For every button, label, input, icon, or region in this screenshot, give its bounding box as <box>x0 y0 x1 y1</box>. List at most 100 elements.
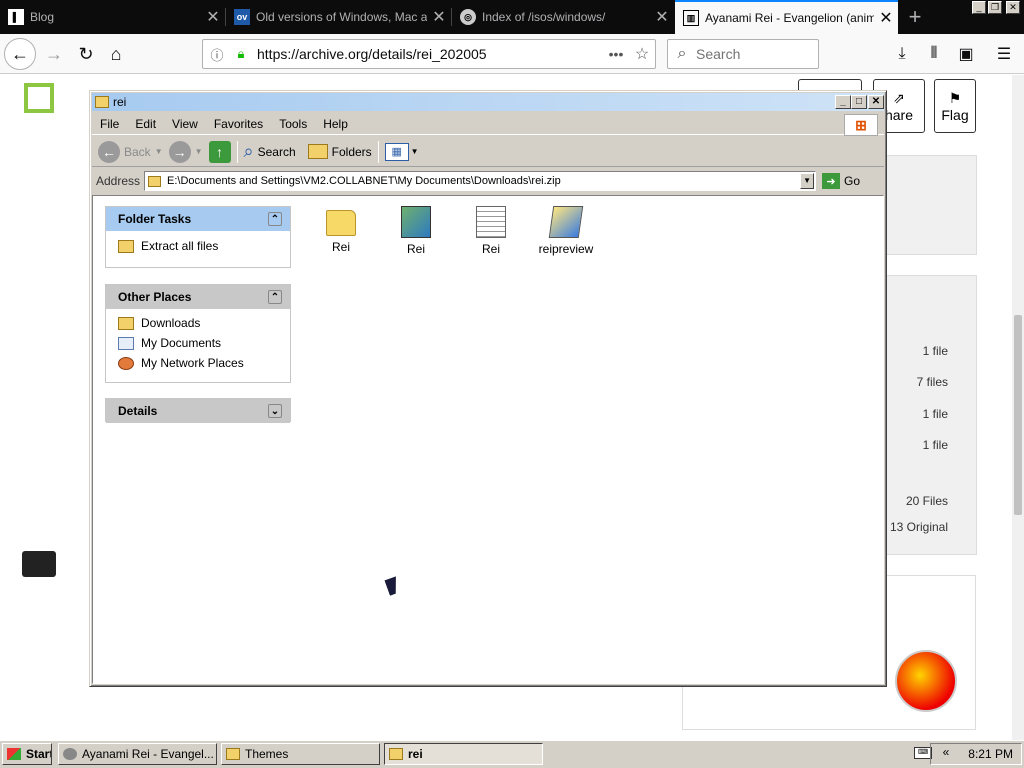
tab-ayanami-rei[interactable]: ▥ Ayanami Rei - Evangelion (anime ✕ <box>675 0 898 34</box>
flag-button[interactable]: ⚑ Flag <box>934 79 976 133</box>
views-button[interactable]: ▦ ▼ <box>384 142 419 161</box>
archive-favicon-icon: ▥ <box>683 10 699 26</box>
menu-bar: File Edit View Favorites Tools Help ⊞ <box>92 113 884 136</box>
search-button[interactable]: ⌕ Search <box>244 141 296 162</box>
scrollbar-thumb[interactable] <box>1014 315 1022 515</box>
save-floppy-icon <box>24 83 54 113</box>
download-icon[interactable]: ⤓ <box>888 40 916 68</box>
place-label: Downloads <box>141 316 201 330</box>
page-actions-icon[interactable]: ••• <box>603 46 629 62</box>
address-label: Address <box>96 174 141 188</box>
close-tab-icon[interactable]: ✕ <box>874 8 898 28</box>
page-scrollbar[interactable] <box>1012 75 1024 740</box>
clock[interactable]: 8:21 PM <box>968 747 1013 761</box>
window-minimize-icon[interactable]: _ <box>835 95 851 109</box>
home-icon[interactable]: ⌂ <box>100 38 132 70</box>
taskbar-button-browser[interactable]: Ayanami Rei - Evangel... <box>58 743 217 765</box>
dropdown-arrow-icon[interactable]: ▼ <box>155 147 163 156</box>
info-icon[interactable]: ⓘ <box>207 45 227 64</box>
menu-help[interactable]: Help <box>315 117 356 131</box>
place-my-documents[interactable]: My Documents <box>106 333 290 353</box>
tab-blog[interactable]: ▌ Blog ✕ <box>0 0 225 34</box>
expand-chevron-icon[interactable]: ⌄ <box>268 404 282 418</box>
details-header[interactable]: Details ⌄ <box>106 399 290 423</box>
explorer-title-bar[interactable]: rei _ □ ✕ <box>92 93 884 111</box>
zip-folder-icon <box>95 96 109 108</box>
close-icon[interactable]: ✕ <box>1006 1 1020 14</box>
menu-file[interactable]: File <box>92 117 127 131</box>
forward-arrow-icon[interactable]: → <box>38 38 70 70</box>
search-input[interactable]: ⌕ Search <box>667 39 819 69</box>
close-tab-icon[interactable]: ✕ <box>650 7 674 27</box>
files-panel: 1 file 7 files 1 file 1 file 20 Files 13… <box>886 275 977 555</box>
close-tab-icon[interactable]: ✕ <box>427 7 451 27</box>
other-places-pane: Other Places ⌃ Downloads My Documents My… <box>105 284 291 383</box>
menu-favorites[interactable]: Favorites <box>206 117 271 131</box>
menu-view[interactable]: View <box>164 117 206 131</box>
menu-tools[interactable]: Tools <box>271 117 315 131</box>
dropdown-arrow-icon[interactable]: ▼ <box>195 147 203 156</box>
url-text[interactable]: https://archive.org/details/rei_202005 <box>257 46 603 62</box>
bookmark-star-icon[interactable]: ☆ <box>629 44 655 64</box>
details-title: Details <box>118 404 158 418</box>
text-file-icon <box>476 206 506 238</box>
taskbar-button-rei[interactable]: rei <box>384 743 543 765</box>
address-bar: Address E:\Documents and Settings\VM2.CO… <box>92 169 884 193</box>
flag-icon: ⚑ <box>948 89 962 106</box>
menu-icon[interactable]: ☰ <box>990 40 1018 68</box>
library-icon[interactable]: ⫴ <box>920 40 948 68</box>
task-label: Extract all files <box>141 239 219 253</box>
tab-index-isos[interactable]: ◎ Index of /isos/windows/ ✕ <box>452 0 674 34</box>
file-item-folder[interactable]: Rei <box>306 206 376 254</box>
collapse-chevron-icon[interactable]: ⌃ <box>268 290 282 304</box>
close-tab-icon[interactable]: ✕ <box>201 7 225 27</box>
task-extract-all[interactable]: Extract all files <box>106 236 290 256</box>
address-input[interactable]: E:\Documents and Settings\VM2.COLLABNET\… <box>144 171 817 191</box>
up-button[interactable]: ↑ <box>208 140 231 163</box>
file-count: 1 file <box>922 344 948 358</box>
taskbar-button-themes[interactable]: Themes <box>221 743 380 765</box>
folder-icon <box>118 316 134 330</box>
back-arrow-icon[interactable]: ← <box>4 38 36 70</box>
folders-button[interactable]: Folders <box>307 144 372 159</box>
window-close-icon[interactable]: ✕ <box>868 95 884 109</box>
menu-edit[interactable]: Edit <box>127 117 164 131</box>
ov-favicon-icon: ov <box>234 9 250 25</box>
file-item-image[interactable]: Rei <box>381 206 451 256</box>
url-bar[interactable]: ⓘ 🔒︎ https://archive.org/details/rei_202… <box>202 39 656 69</box>
forward-button[interactable]: → ▼ <box>168 140 203 163</box>
windows-logo-icon: ⊞ <box>844 114 878 136</box>
back-button[interactable]: ← Back ▼ <box>98 140 163 163</box>
start-button[interactable]: Start <box>2 743 52 765</box>
reload-icon[interactable]: ↻ <box>70 38 102 70</box>
explorer-content: Folder Tasks ⌃ Extract all files Other P… <box>92 195 884 684</box>
comment-icon <box>22 551 56 577</box>
minimize-icon[interactable]: _ <box>972 1 986 14</box>
file-item-text[interactable]: Rei <box>456 206 526 256</box>
place-downloads[interactable]: Downloads <box>106 313 290 333</box>
file-item-executable[interactable]: reipreview <box>531 206 601 256</box>
tab-title: Old versions of Windows, Mac an <box>256 10 427 24</box>
avatar[interactable] <box>895 650 957 712</box>
address-dropdown-icon[interactable]: ▼ <box>800 173 815 189</box>
restore-icon[interactable]: ❐ <box>988 1 1002 14</box>
other-places-header[interactable]: Other Places ⌃ <box>106 285 290 309</box>
other-places-title: Other Places <box>118 290 192 304</box>
sidebar-icon[interactable]: ▣ <box>952 40 980 68</box>
tab-old-versions[interactable]: ov Old versions of Windows, Mac an ✕ <box>226 0 451 34</box>
folder-icon <box>226 748 240 760</box>
taskbar: Start Ayanami Rei - Evangel... Themes re… <box>0 740 1024 768</box>
go-button[interactable]: ➜ Go <box>822 173 860 189</box>
place-my-network-places[interactable]: My Network Places <box>106 353 290 373</box>
address-text[interactable]: E:\Documents and Settings\VM2.COLLABNET\… <box>167 175 561 187</box>
folder-tasks-header[interactable]: Folder Tasks ⌃ <box>106 207 290 231</box>
original-count: 13 Original <box>889 520 948 534</box>
search-label: Search <box>257 144 296 159</box>
blog-favicon-icon: ▌ <box>8 9 24 25</box>
window-maximize-icon[interactable]: □ <box>851 95 867 109</box>
total-files: 20 Files <box>905 494 948 508</box>
up-folder-icon: ↑ <box>208 140 231 163</box>
new-tab-icon[interactable]: + <box>900 0 930 34</box>
explorer-toolbar: ← Back ▼ → ▼ ↑ ⌕ Search Folders ▦ ▼ <box>92 137 884 167</box>
collapse-chevron-icon[interactable]: ⌃ <box>268 212 282 226</box>
